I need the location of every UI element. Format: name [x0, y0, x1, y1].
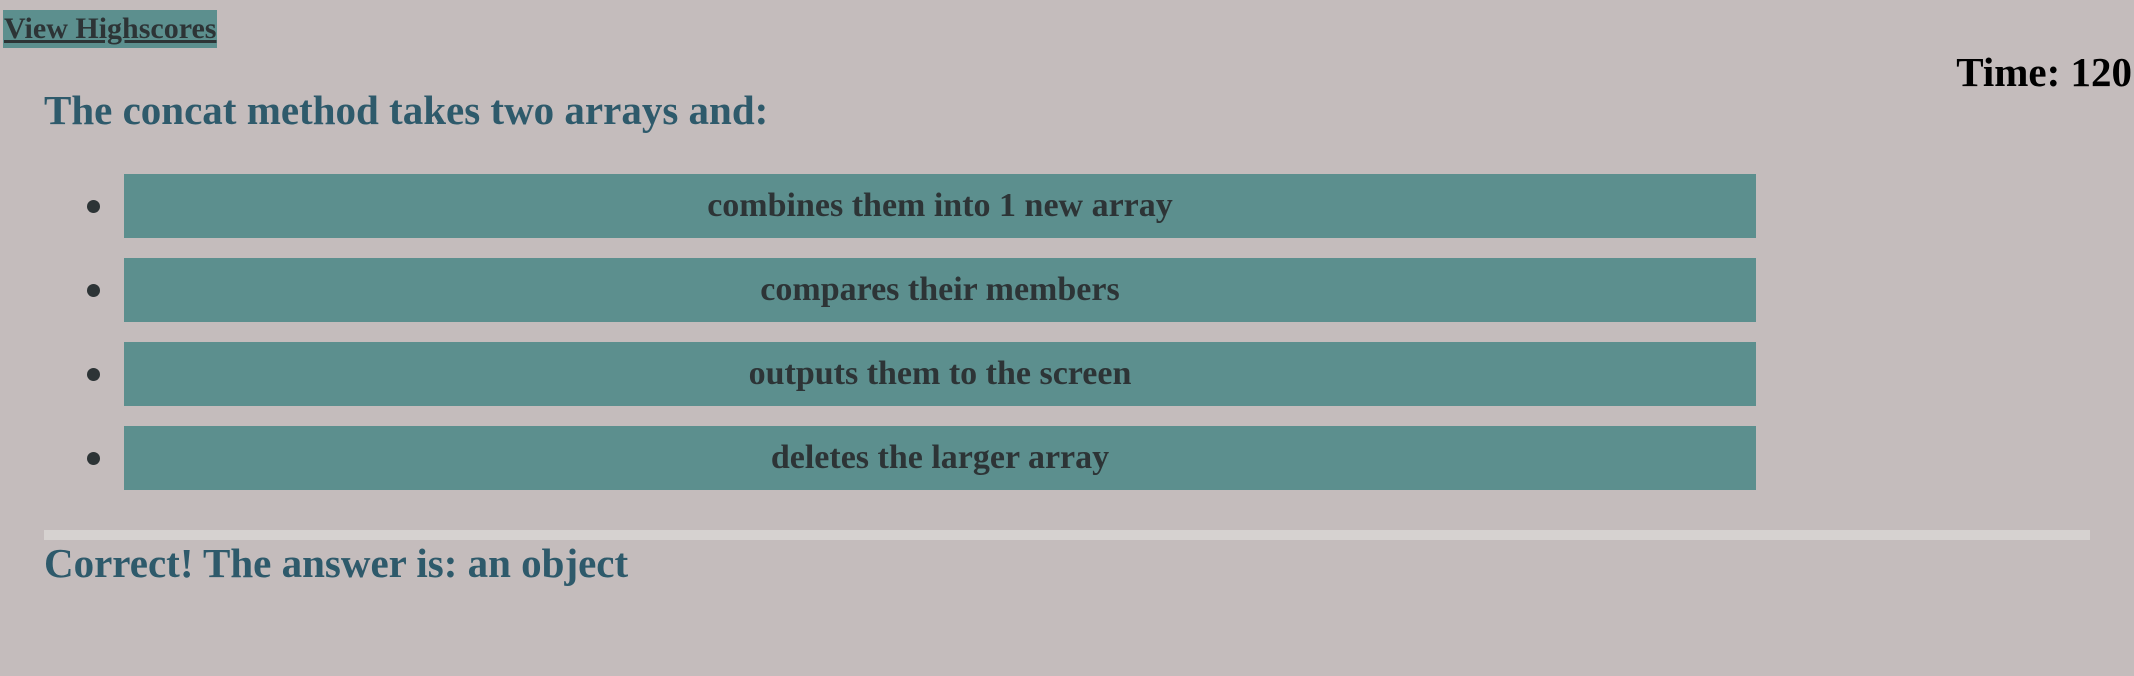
bullet-icon: [87, 452, 100, 465]
question-title: The concat method takes two arrays and:: [44, 87, 769, 133]
timer: Time: 120: [1956, 49, 2132, 95]
bullet-icon: [87, 284, 100, 297]
bullet-icon: [87, 368, 100, 381]
bullet-icon: [87, 200, 100, 213]
view-highscores-link[interactable]: View Highscores: [3, 10, 218, 48]
answer-choice-button-3[interactable]: outputs them to the screen: [124, 342, 1756, 406]
answer-choice-button-1[interactable]: combines them into 1 new array: [124, 174, 1756, 238]
answer-choice-button-2[interactable]: compares their members: [124, 258, 1756, 322]
answer-choice-button-4[interactable]: deletes the larger array: [124, 426, 1756, 490]
feedback-message: Correct! The answer is: an object: [44, 540, 629, 586]
